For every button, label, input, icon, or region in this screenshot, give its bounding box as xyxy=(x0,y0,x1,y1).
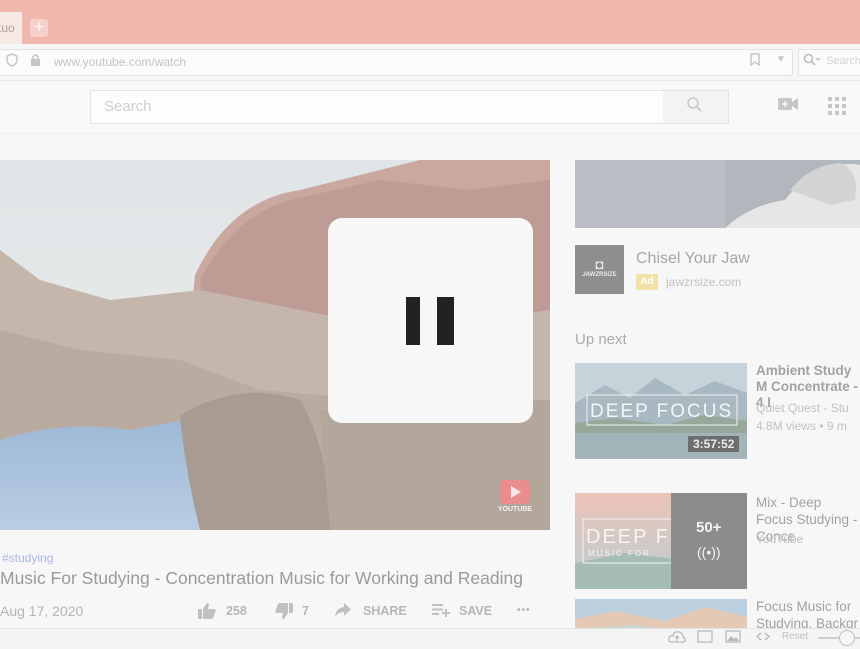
mix-thumb-text: DEEP F xyxy=(586,526,670,548)
zoom-slider-handle[interactable] xyxy=(839,630,855,646)
recommendation-title[interactable]: Focus Music for Studying, Backgr xyxy=(756,598,860,632)
browser-search-placeholder: Search xyxy=(826,55,860,67)
shield-icon[interactable] xyxy=(6,53,20,69)
share-icon[interactable] xyxy=(334,602,352,623)
code-icon[interactable] xyxy=(755,630,771,646)
pause-icon-bar[interactable] xyxy=(437,297,454,345)
search-icon[interactable] xyxy=(686,96,704,119)
video-title: Music For Studying - Concentration Music… xyxy=(0,568,523,588)
ad-badge: Ad xyxy=(636,274,658,290)
recommendation-meta: 4.8M views • 9 m xyxy=(756,419,847,433)
apps-grid-icon[interactable] xyxy=(828,97,846,115)
thumbs-up-icon[interactable] xyxy=(197,602,217,625)
pause-overlay[interactable] xyxy=(328,218,533,423)
tab-label: tuo xyxy=(0,21,15,35)
video-hashtag[interactable]: #studying xyxy=(2,551,53,565)
youtube-watermark-icon[interactable]: YOUTUBE xyxy=(494,478,536,518)
window-icon[interactable] xyxy=(697,630,713,646)
advertiser-logo[interactable]: ◘ JAWZRSIZE xyxy=(575,245,624,294)
search-engine-icon[interactable] xyxy=(803,53,821,70)
ad-title[interactable]: Chisel Your Jaw xyxy=(636,250,750,268)
pause-icon[interactable] xyxy=(406,297,420,345)
thumbs-down-icon[interactable] xyxy=(274,602,294,625)
dislike-count[interactable]: 7 xyxy=(302,604,309,618)
youtube-watermark-text: YOUTUBE xyxy=(497,506,533,513)
lock-icon[interactable] xyxy=(30,53,42,69)
advertiser-logo-text: JAWZRSIZE xyxy=(582,272,617,278)
video-date: Aug 17, 2020 xyxy=(0,603,84,619)
recommendation-channel[interactable]: YouTube xyxy=(756,532,803,546)
recommendation-title-text: Focus Music for Studying, Backgr xyxy=(756,599,859,631)
chevron-down-icon[interactable]: ▼ xyxy=(776,54,788,65)
like-count[interactable]: 258 xyxy=(226,604,247,618)
browser-tab[interactable]: tuo xyxy=(0,12,22,44)
mix-count: 50+ xyxy=(696,519,722,536)
search-placeholder: Search xyxy=(104,98,152,115)
tab-strip xyxy=(0,0,860,44)
bookmark-icon[interactable] xyxy=(750,53,764,69)
create-video-icon[interactable] xyxy=(778,97,798,115)
cloud-upload-icon[interactable] xyxy=(668,630,686,647)
ad-url[interactable]: jawzrsize.com xyxy=(666,275,741,289)
image-icon[interactable] xyxy=(725,630,741,646)
radio-icon: ((•)) xyxy=(697,544,721,560)
share-button[interactable]: SHARE xyxy=(363,604,407,618)
mix-playlist-overlay[interactable] xyxy=(671,493,747,589)
url-text[interactable]: www.youtube.com/watch xyxy=(54,55,186,69)
zoom-reset-button[interactable]: Reset xyxy=(782,631,808,642)
more-actions-button[interactable]: ••• xyxy=(517,605,531,616)
up-next-heading: Up next xyxy=(575,331,627,348)
video-duration-badge: 3:57:52 xyxy=(688,436,740,452)
save-button[interactable]: SAVE xyxy=(459,604,492,618)
add-to-playlist-icon[interactable] xyxy=(431,602,451,623)
new-tab-button[interactable]: + xyxy=(30,19,48,37)
ad-banner-image[interactable] xyxy=(575,160,860,228)
recommendation-channel[interactable]: Quiet Quest - Stu xyxy=(756,401,849,415)
search-input[interactable] xyxy=(90,90,664,124)
mix-thumb-subtext: MUSIC FOR xyxy=(588,549,651,558)
recommendation-thumb-text: DEEP FOCUS xyxy=(590,401,733,422)
